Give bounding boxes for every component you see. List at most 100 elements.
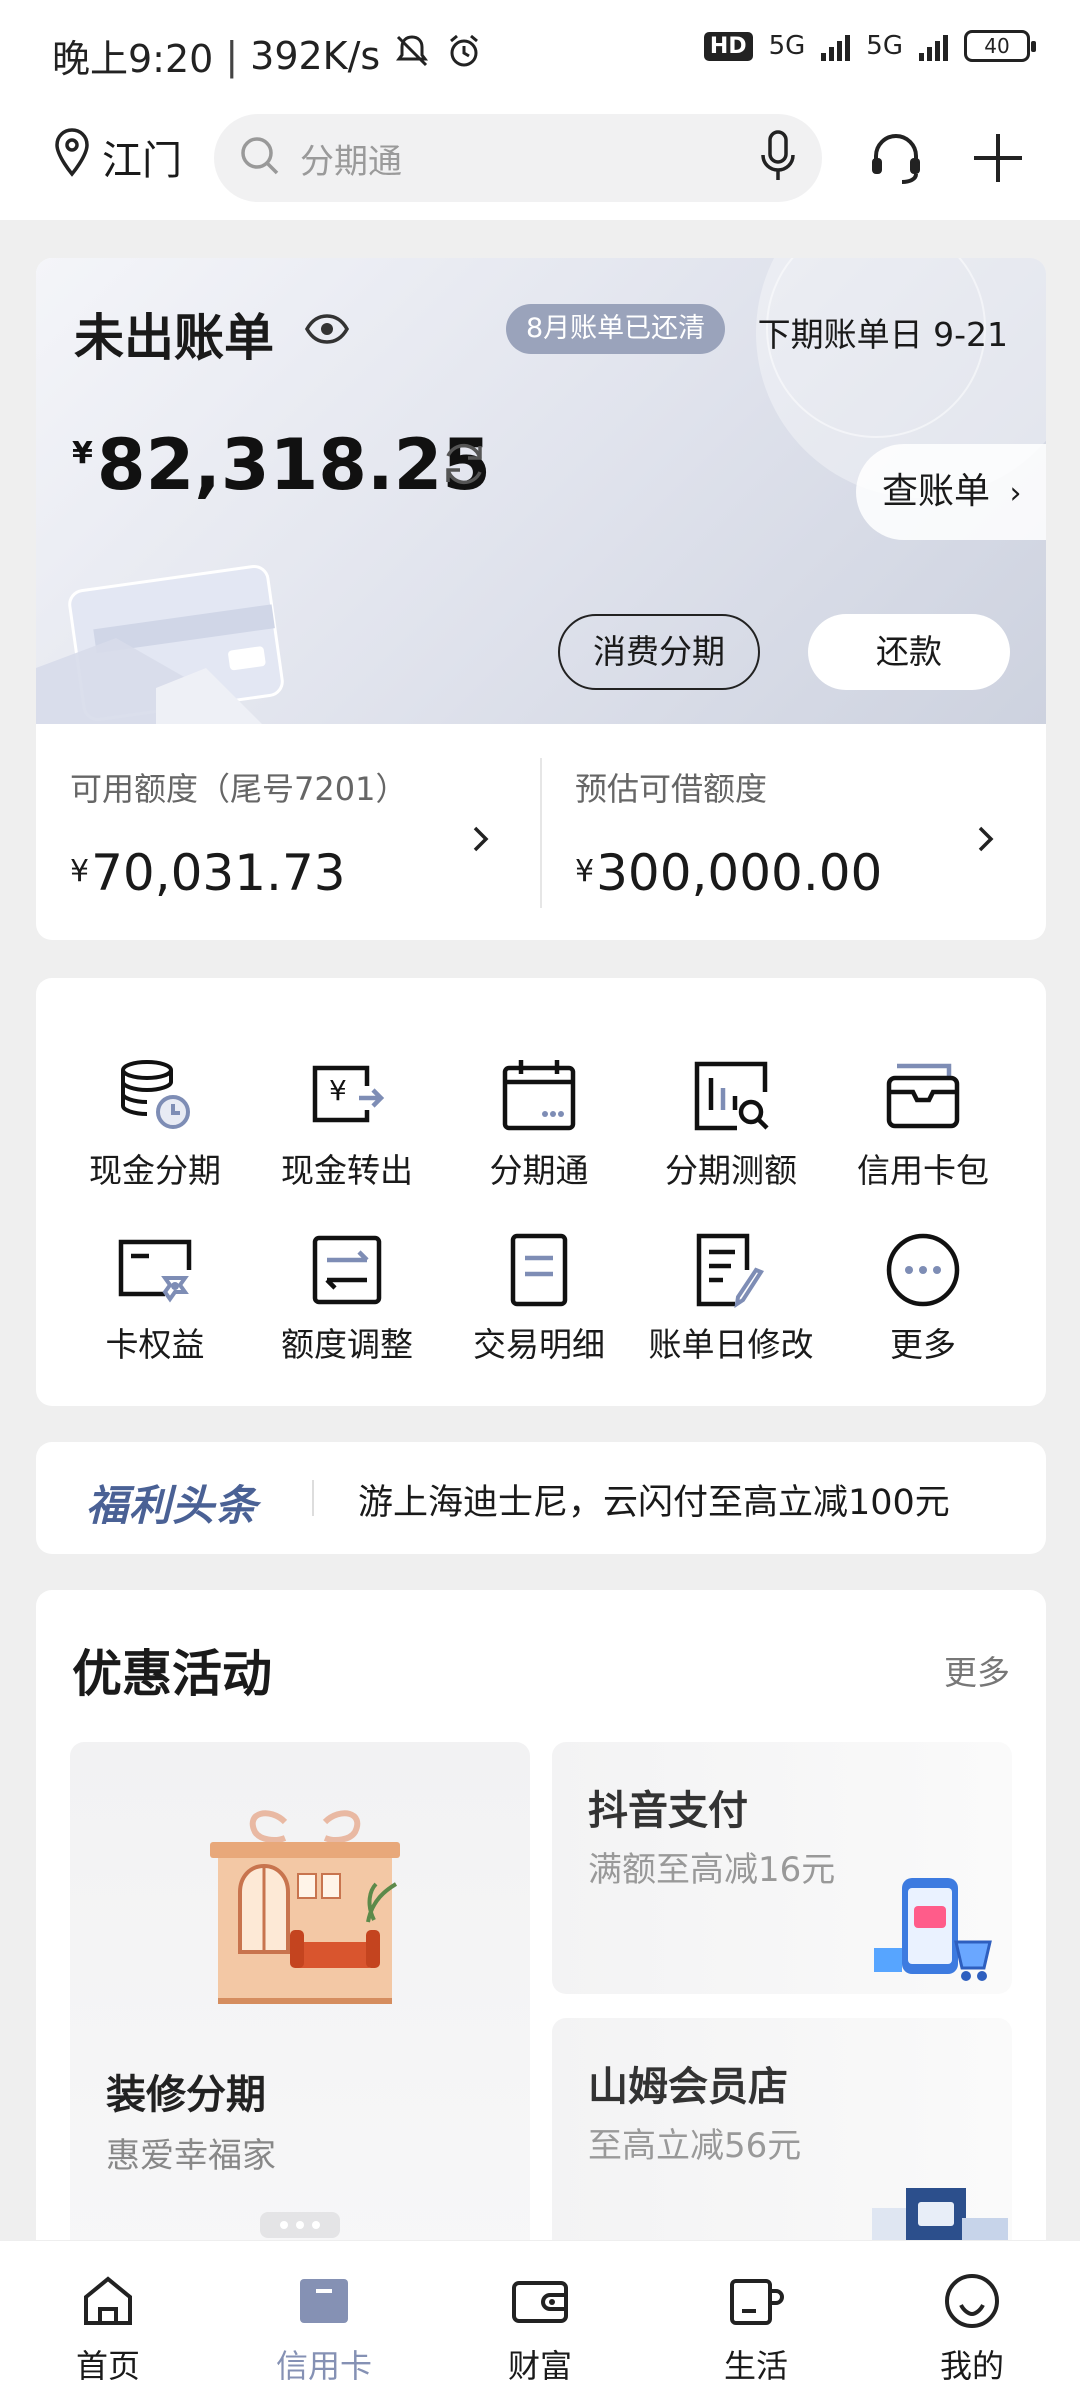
action-label: 信用卡包 — [857, 1151, 989, 1190]
add-icon[interactable] — [968, 128, 1028, 192]
tab-home[interactable]: 首页 — [38, 2271, 178, 2387]
headline-brand: 福利头条 — [86, 1481, 259, 1530]
hd-badge: HD — [703, 31, 753, 61]
promo-card-sams-club[interactable]: 山姆会员店 至高立减56元 — [552, 2018, 1012, 2240]
top-nav: 江门 分期通 — [0, 108, 1080, 220]
action-label: 现金转出 — [281, 1151, 413, 1190]
wallet-icon — [470, 2271, 610, 2335]
bill-amount: ¥ 82,318.25 — [72, 424, 491, 506]
status-speed: 392K/s — [250, 33, 381, 78]
douyin-pay-illustration — [874, 1878, 992, 1981]
promo-subtitle: 至高立减56元 — [588, 2126, 802, 2166]
action-more[interactable]: 更多 — [838, 1214, 1008, 1366]
net-label-2: 5G — [866, 31, 903, 61]
action-label: 交易明细 — [473, 1325, 605, 1364]
location-selector[interactable]: 江门 — [52, 126, 182, 188]
repay-button[interactable]: 还款 — [808, 614, 1010, 690]
document-icon — [454, 1214, 624, 1310]
action-limit-adjust[interactable]: 额度调整 — [262, 1214, 432, 1366]
loan-credit-label: 预估可借额度 — [575, 770, 768, 808]
tab-label: 首页 — [75, 2347, 140, 2385]
promo-subtitle: 满额至高减16元 — [588, 1850, 836, 1890]
chevron-right-icon — [471, 824, 491, 858]
bill-title: 未出账单 — [74, 309, 274, 367]
tab-me[interactable]: 我的 — [902, 2271, 1042, 2387]
status-divider: | — [225, 33, 239, 78]
promo-card-renovation[interactable]: 装修分期 惠爱幸福家 — [70, 1742, 530, 2240]
signal-icon — [821, 31, 851, 61]
currency-symbol: ¥ — [70, 854, 90, 889]
tab-credit-card[interactable]: 信用卡 — [254, 2271, 394, 2387]
edit-document-icon — [646, 1214, 816, 1310]
loan-credit-value: ¥ 300,000.00 — [575, 844, 882, 902]
cup-icon — [686, 2271, 826, 2335]
refresh-icon[interactable] — [438, 438, 490, 494]
action-installment-quota-test[interactable]: 分期测额 — [646, 1040, 816, 1192]
microphone-icon[interactable] — [758, 129, 798, 187]
promotions-more-link[interactable]: 更多 — [944, 1646, 1010, 1694]
signal-icon-2 — [919, 31, 948, 61]
headline-text: 游上海迪士尼，云闪付至高立减100元 — [358, 1483, 950, 1523]
chevron-right-icon — [976, 824, 996, 858]
loan-credit-amount: 300,000.00 — [596, 844, 883, 902]
calendar-icon — [454, 1040, 624, 1136]
action-cash-installment[interactable]: 现金分期 — [70, 1040, 240, 1192]
card-benefit-icon — [70, 1214, 240, 1310]
customer-service-icon[interactable] — [866, 128, 926, 192]
cash-transfer-icon: ¥ — [262, 1040, 432, 1136]
tab-wealth[interactable]: 财富 — [470, 2271, 610, 2387]
carousel-indicator — [260, 2212, 340, 2238]
next-bill-date: 下期账单日 9-21 — [757, 315, 1008, 354]
view-bill-label: 查账单 — [882, 471, 991, 512]
promo-subtitle: 惠爱幸福家 — [106, 2136, 276, 2176]
installment-button[interactable]: 消费分期 — [558, 614, 760, 690]
view-bill-button[interactable]: 查账单 › — [856, 444, 1046, 540]
status-right: HD 5G 5G 40 — [703, 30, 1036, 62]
sams-club-illustration — [872, 2188, 1008, 2240]
tab-label: 生活 — [723, 2347, 788, 2385]
card-wallet-icon — [838, 1040, 1008, 1136]
action-bill-date-edit[interactable]: 账单日修改 — [646, 1214, 816, 1366]
search-icon — [238, 134, 282, 182]
tab-life[interactable]: 生活 — [686, 2271, 826, 2387]
promotions-title: 优惠活动 — [72, 1645, 272, 1703]
promo-title: 抖音支付 — [588, 1788, 748, 1834]
divider — [312, 1480, 314, 1516]
available-credit-label: 可用额度（尾号7201） — [70, 770, 408, 808]
loan-credit[interactable]: 预估可借额度 ¥ 300,000.00 — [541, 724, 1046, 940]
promo-card-douyin-pay[interactable]: 抖音支付 满额至高减16元 — [552, 1742, 1012, 1994]
eye-icon[interactable] — [304, 312, 350, 350]
search-placeholder: 分期通 — [300, 141, 402, 182]
home-icon — [38, 2271, 178, 2335]
quick-actions: 现金分期 ¥ 现金转出 分期通 分期测额 信用卡包 卡权益 额度调整 交易明细 … — [36, 978, 1046, 1406]
location-pin-icon — [52, 126, 92, 188]
promo-title: 装修分期 — [106, 2072, 266, 2118]
bill-status-badge: 8月账单已还清 — [506, 304, 726, 354]
credit-card-icon — [254, 2271, 394, 2335]
currency-symbol: ¥ — [575, 854, 595, 889]
action-transaction-details[interactable]: 交易明细 — [454, 1214, 624, 1366]
net-label-1: 5G — [768, 31, 806, 61]
bottom-tab-bar: 首页 信用卡 财富 生活 我的 — [0, 2240, 1080, 2400]
action-installment-pass[interactable]: 分期通 — [454, 1040, 624, 1192]
battery-icon: 40 — [964, 30, 1036, 62]
more-dots-icon — [838, 1214, 1008, 1310]
location-label: 江门 — [102, 138, 182, 184]
search-bar[interactable]: 分期通 — [214, 114, 822, 202]
status-time-group: 晚上9:20 | 392K/s — [52, 28, 484, 83]
action-label: 卡权益 — [105, 1325, 205, 1364]
action-label: 账单日修改 — [648, 1325, 814, 1364]
action-label: 现金分期 — [89, 1151, 221, 1190]
benefit-headline[interactable]: 福利头条 游上海迪士尼，云闪付至高立减100元 — [36, 1442, 1046, 1554]
action-card-benefits[interactable]: 卡权益 — [70, 1214, 240, 1366]
action-card-wallet[interactable]: 信用卡包 — [838, 1040, 1008, 1192]
gift-house-illustration — [210, 1810, 400, 2004]
bill-summary: 未出账单 8月账单已还清 下期账单日 9-21 ¥ 82,318.25 查账单 … — [36, 258, 1046, 724]
promotions-section: 优惠活动 更多 装修分期 惠爱幸福家 抖音支付 满额至高减16元 山姆会员店 至… — [36, 1590, 1046, 2240]
chevron-right-icon: › — [1009, 476, 1022, 511]
action-cash-transfer[interactable]: ¥ 现金转出 — [262, 1040, 432, 1192]
available-credit[interactable]: 可用额度（尾号7201） ¥ 70,031.73 — [36, 724, 541, 940]
tab-label: 我的 — [939, 2347, 1004, 2385]
available-credit-value: ¥ 70,031.73 — [70, 844, 346, 902]
coins-stack-icon — [70, 1040, 240, 1136]
